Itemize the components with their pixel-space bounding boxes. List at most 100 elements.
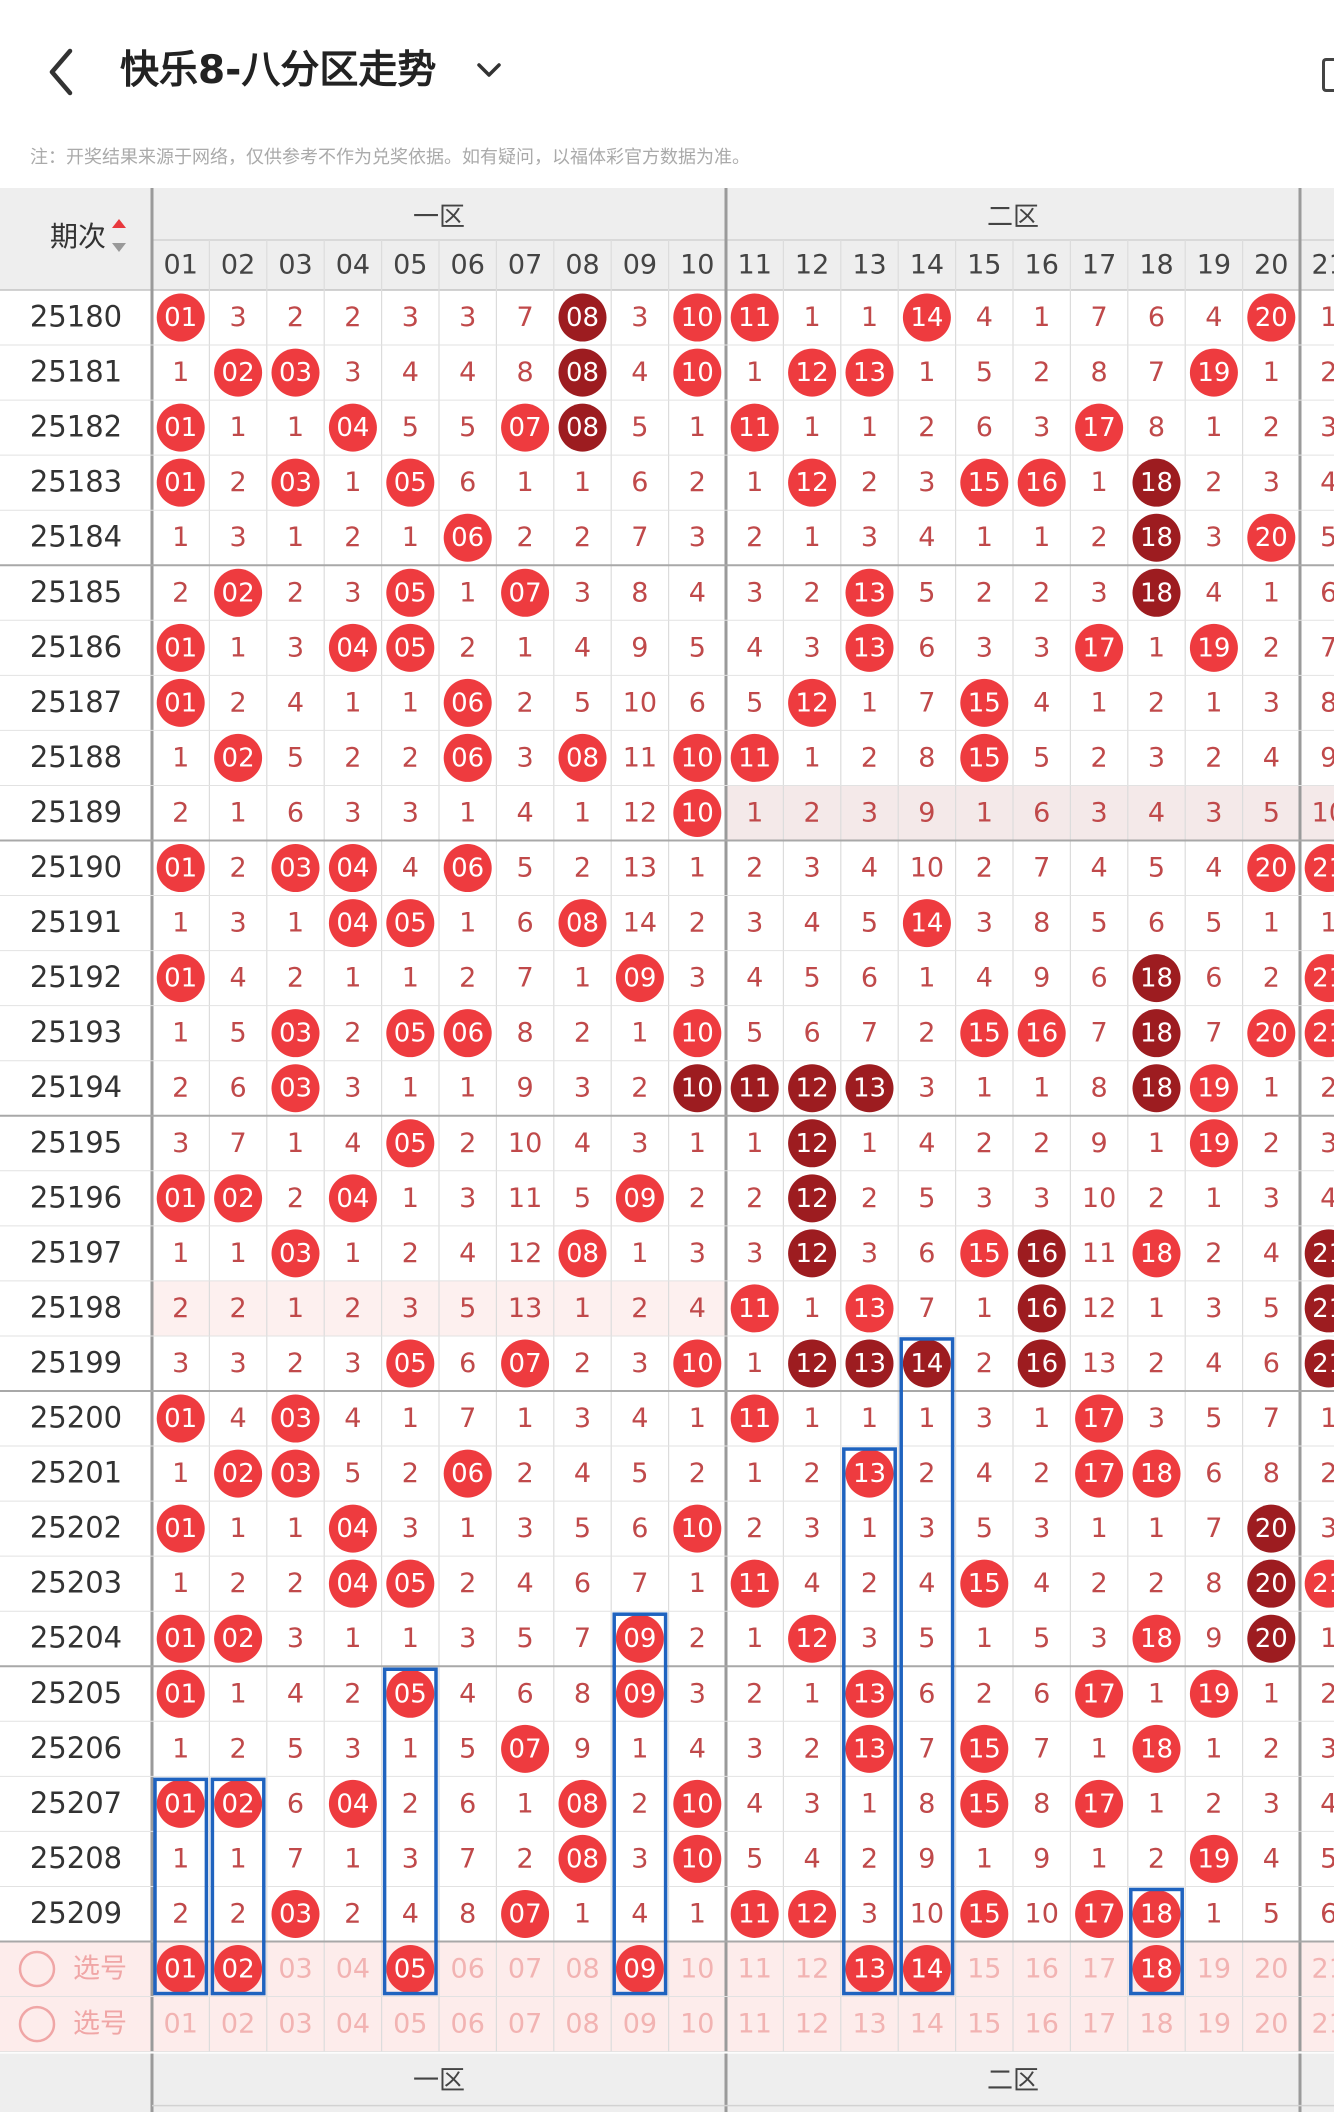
select-number[interactable]: 20 xyxy=(1254,1954,1288,1985)
select-number[interactable]: 05 xyxy=(393,2009,427,2040)
select-number[interactable]: 18 xyxy=(1139,2009,1173,2040)
miss-count: 2 xyxy=(746,522,763,553)
selected-number[interactable]: 02 xyxy=(222,1955,255,1985)
select-number[interactable]: 04 xyxy=(336,1954,370,1985)
miss-count: 7 xyxy=(861,1018,878,1049)
miss-count: 3 xyxy=(574,1403,591,1434)
select-number[interactable]: 10 xyxy=(680,1954,714,1985)
miss-count: 2 xyxy=(172,577,189,608)
period-header[interactable]: 期次 xyxy=(50,220,106,253)
miss-count: 4 xyxy=(918,522,935,553)
drawn-number: 20 xyxy=(1255,1514,1288,1544)
selected-number[interactable]: 09 xyxy=(623,1955,656,1985)
select-number[interactable]: 11 xyxy=(738,1954,772,1985)
miss-count: 1 xyxy=(517,1403,534,1434)
page-title[interactable]: 快乐8-八分区走势 xyxy=(120,46,436,96)
miss-count: 7 xyxy=(918,1733,935,1764)
miss-count: 6 xyxy=(574,1568,591,1599)
select-number[interactable]: 01 xyxy=(164,2009,198,2040)
drawn-number: 21 xyxy=(1312,964,1334,994)
miss-count: 5 xyxy=(918,577,935,608)
miss-count: 11 xyxy=(508,1183,542,1214)
miss-count: 1 xyxy=(689,1403,706,1434)
miss-count: 7 xyxy=(918,1293,935,1324)
miss-count: 3 xyxy=(1091,1623,1108,1654)
select-number[interactable]: 20 xyxy=(1254,2009,1288,2040)
drawn-number: 13 xyxy=(853,1294,886,1324)
select-number[interactable]: 06 xyxy=(451,1954,485,1985)
drawn-number: 18 xyxy=(1140,1019,1173,1049)
column-header: 14 xyxy=(910,250,944,281)
select-number[interactable]: 19 xyxy=(1197,2009,1231,2040)
selected-number[interactable]: 05 xyxy=(394,1955,427,1985)
select-label[interactable]: 选号 xyxy=(73,2009,127,2040)
miss-count: 1 xyxy=(1091,467,1108,498)
selected-number[interactable]: 01 xyxy=(164,1955,197,1985)
select-number[interactable]: 03 xyxy=(278,1954,312,1985)
select-number[interactable]: 09 xyxy=(623,2009,657,2040)
miss-count: 2 xyxy=(861,1183,878,1214)
miss-count: 3 xyxy=(402,1843,419,1874)
drawn-number: 03 xyxy=(279,468,312,498)
select-number[interactable]: 19 xyxy=(1197,1954,1231,1985)
period-label: 25207 xyxy=(30,1786,122,1820)
miss-count: 8 xyxy=(918,1788,935,1819)
miss-count: 7 xyxy=(1033,853,1050,884)
drawn-number: 20 xyxy=(1255,303,1288,333)
drawn-number: 12 xyxy=(796,1184,829,1214)
select-number[interactable]: 02 xyxy=(221,2009,255,2040)
period-label: 25203 xyxy=(30,1566,122,1600)
selected-number[interactable]: 18 xyxy=(1140,1955,1173,1985)
expand-icon[interactable] xyxy=(1322,58,1334,92)
select-number[interactable]: 08 xyxy=(565,1954,599,1985)
select-number[interactable]: 16 xyxy=(1025,2009,1059,2040)
miss-count: 6 xyxy=(918,1238,935,1269)
back-chevron-left-icon[interactable] xyxy=(40,45,84,99)
period-label: 25194 xyxy=(30,1070,122,1104)
select-number[interactable]: 15 xyxy=(967,2009,1001,2040)
select-number[interactable]: 17 xyxy=(1082,2009,1116,2040)
select-number[interactable]: 04 xyxy=(336,2009,370,2040)
select-number[interactable]: 13 xyxy=(852,2009,886,2040)
miss-count: 1 xyxy=(804,1403,821,1434)
select-number[interactable]: 16 xyxy=(1025,1954,1059,1985)
selected-number[interactable]: 14 xyxy=(910,1955,943,1985)
select-number[interactable]: 14 xyxy=(910,2009,944,2040)
select-number[interactable]: 07 xyxy=(508,2009,542,2040)
miss-count: 1 xyxy=(746,1128,763,1159)
select-number[interactable]: 03 xyxy=(278,2009,312,2040)
miss-count: 12 xyxy=(623,797,657,828)
miss-count: 4 xyxy=(517,797,534,828)
select-number[interactable]: 10 xyxy=(680,2009,714,2040)
miss-count: 6 xyxy=(861,963,878,994)
select-number[interactable]: 11 xyxy=(738,2009,772,2040)
miss-count: 1 xyxy=(746,1623,763,1654)
miss-count: 1 xyxy=(804,1293,821,1324)
select-number[interactable]: 12 xyxy=(795,2009,829,2040)
miss-count: 7 xyxy=(1148,357,1165,388)
miss-count: 2 xyxy=(1205,467,1222,498)
select-number[interactable]: 07 xyxy=(508,1954,542,1985)
miss-count: 5 xyxy=(230,1018,247,1049)
miss-count: 8 xyxy=(1091,1073,1108,1104)
select-number[interactable]: 21 xyxy=(1312,2009,1334,2040)
select-number[interactable]: 21 xyxy=(1312,1954,1334,1985)
miss-count: 5 xyxy=(517,1623,534,1654)
chevron-down-icon[interactable] xyxy=(472,58,506,82)
selected-number[interactable]: 13 xyxy=(853,1955,886,1985)
select-number[interactable]: 15 xyxy=(967,1954,1001,1985)
select-number[interactable]: 12 xyxy=(795,1954,829,1985)
drawn-number: 21 xyxy=(1312,1294,1334,1324)
miss-count: 7 xyxy=(631,1568,648,1599)
miss-count: 4 xyxy=(574,1128,591,1159)
select-label[interactable]: 选号 xyxy=(73,1954,127,1985)
select-number[interactable]: 06 xyxy=(451,2009,485,2040)
drawn-number: 16 xyxy=(1025,1019,1058,1049)
miss-count: 7 xyxy=(517,302,534,333)
select-number[interactable]: 08 xyxy=(565,2009,599,2040)
select-number[interactable]: 17 xyxy=(1082,1954,1116,1985)
miss-count: 5 xyxy=(459,412,476,443)
miss-count: 1 xyxy=(804,412,821,443)
drawn-number: 01 xyxy=(164,688,197,718)
miss-count: 4 xyxy=(746,963,763,994)
